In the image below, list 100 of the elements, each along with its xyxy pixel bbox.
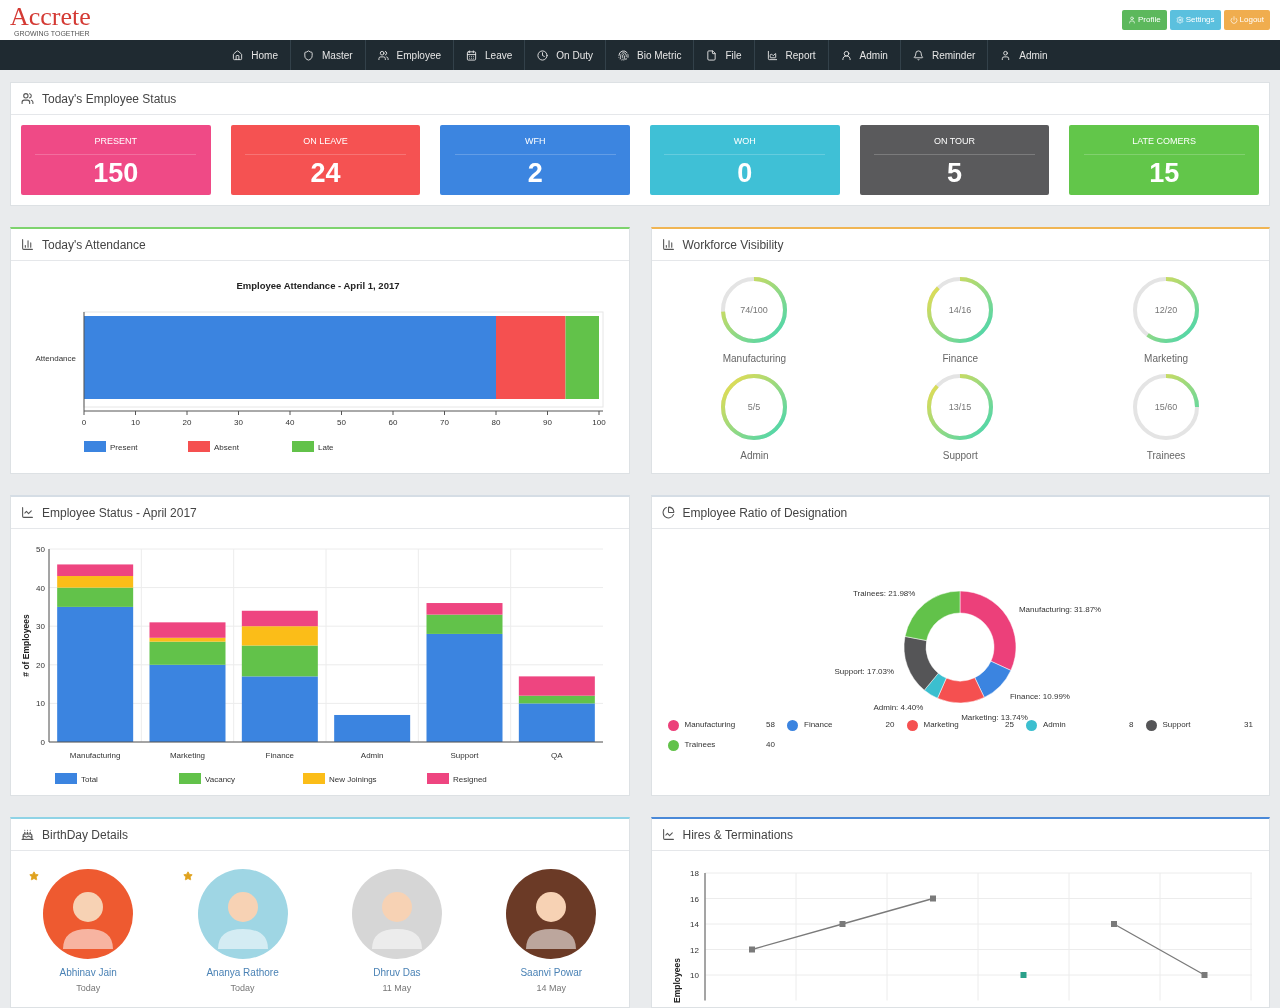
status-value: 2	[527, 159, 543, 187]
legend-label: Admin	[1043, 719, 1066, 731]
category-label: QA	[551, 751, 563, 760]
panel-title: Employee Ratio of Designation	[682, 504, 848, 522]
legend-label: Total	[81, 775, 99, 784]
legend-item: Resigned	[427, 773, 487, 784]
gauge-label: Trainees	[1146, 449, 1186, 463]
person-name[interactable]: Dhruv Das	[373, 965, 421, 980]
category-label: Attendance	[35, 353, 76, 363]
birthday-date: 14 May	[536, 982, 567, 995]
tick-label: 0	[81, 418, 87, 427]
legend-count: 20	[885, 719, 895, 731]
legend-label: Vacancy	[205, 775, 236, 784]
bar-chart-icon	[21, 238, 34, 251]
tick-label: 20	[36, 660, 45, 670]
category-label: Marketing	[169, 751, 206, 760]
tick-label: 90	[543, 418, 552, 427]
panel-title: Hires & Terminations	[682, 826, 793, 844]
legend-label: Finance	[804, 719, 833, 731]
home-icon	[232, 49, 244, 61]
fingerprint-icon	[618, 49, 629, 61]
nav-item[interactable]: Employee	[364, 40, 454, 70]
gauge-label: Support	[942, 449, 978, 463]
nav-item[interactable]: Reminder	[899, 40, 988, 70]
legend-count: 8	[1129, 719, 1134, 731]
area-chart-icon	[766, 49, 778, 61]
shield-icon	[303, 49, 314, 61]
gauge-label: Finance	[942, 352, 979, 366]
panel-title: Employee Status - April 2017	[42, 504, 197, 522]
legend-count: 31	[1244, 719, 1253, 731]
nav-item[interactable]: On Duty	[524, 40, 605, 70]
person-name[interactable]: Abhinav Jain	[59, 965, 117, 980]
status-label: LATE COMERS	[1132, 135, 1197, 148]
tick-label: 80	[491, 418, 501, 427]
gauge-label: Admin	[740, 449, 769, 463]
person-name[interactable]: Saanvi Powar	[520, 965, 583, 980]
gauge-ring: 15/60	[1131, 372, 1202, 442]
legend-label: Absent	[214, 443, 240, 452]
category-label: Admin	[360, 751, 384, 760]
user-icon	[840, 49, 852, 61]
gauge-ring: 13/15	[925, 372, 996, 442]
gauge-label: Marketing	[1144, 352, 1188, 366]
slice-label: Trainees: 21.98%	[852, 589, 915, 599]
nav-item[interactable]: Home	[220, 40, 290, 70]
birthday-date: Today	[230, 982, 255, 995]
legend-item: Present	[84, 441, 138, 452]
birthday-date: 11 May	[382, 982, 412, 995]
legend-item: Total	[55, 773, 98, 784]
legend-label: Resigned	[453, 775, 487, 784]
nav-item[interactable]: Bio Metric	[605, 40, 694, 70]
tick-label: 40	[36, 583, 45, 593]
status-value: 5	[946, 159, 962, 187]
line-chart-icon	[21, 506, 34, 519]
status-label: WOH	[733, 135, 756, 148]
nav-item[interactable]: Leave	[453, 40, 525, 70]
legend-item: Late	[292, 441, 334, 452]
nav-item[interactable]: Report	[753, 40, 828, 70]
tick-label: 60	[388, 418, 398, 427]
panel-title: Today's Attendance	[42, 236, 146, 254]
panel-title: Today's Employee Status	[42, 90, 177, 108]
point	[1110, 921, 1117, 927]
status-label: WFH	[524, 135, 546, 148]
bell-icon	[912, 49, 924, 61]
slice-label: Support: 17.03%	[834, 666, 894, 676]
legend-count: 40	[766, 739, 775, 751]
clock-icon	[537, 49, 549, 61]
point	[1201, 972, 1207, 978]
legend-label: Late	[318, 443, 335, 452]
calendar-icon	[466, 49, 478, 61]
status-label: PRESENT	[94, 135, 138, 148]
gauge-ring: 5/5	[719, 372, 790, 442]
tick-label: 50	[337, 418, 346, 427]
bar-chart-icon	[661, 238, 675, 251]
person-name[interactable]: Ananya Rathore	[206, 965, 279, 980]
tick-label: 100	[592, 418, 606, 427]
nav-item[interactable]: Master	[290, 40, 365, 70]
gauge-ring: 74/100	[719, 275, 790, 345]
gauge-label: Manufacturing	[722, 352, 787, 366]
legend-count: 25	[1005, 720, 1014, 731]
file-icon	[706, 49, 718, 61]
tick-label: 70	[440, 418, 449, 427]
status-value: 0	[737, 159, 753, 187]
tick-label: 16	[689, 894, 699, 904]
users-icon	[377, 49, 389, 61]
nav-item[interactable]: File	[693, 40, 754, 70]
nav-item[interactable]: Admin	[987, 40, 1060, 70]
legend-item: Absent	[188, 441, 239, 452]
nav-item[interactable]: Admin	[827, 40, 900, 70]
slice-label: Manufacturing: 31.87%	[1018, 605, 1101, 615]
pie-chart-icon	[661, 506, 675, 519]
gauge-ring: 12/20	[1131, 275, 1202, 345]
category-label: Finance	[265, 751, 295, 760]
tick-label: 10	[36, 699, 45, 709]
axis-title: Employees	[671, 958, 682, 1003]
category-label: Support	[450, 751, 479, 760]
users-icon	[21, 92, 34, 105]
legend-item: New Joinings	[303, 773, 377, 784]
tick-label: 50	[36, 545, 45, 554]
tick-label: 20	[182, 418, 192, 427]
point	[839, 921, 845, 927]
